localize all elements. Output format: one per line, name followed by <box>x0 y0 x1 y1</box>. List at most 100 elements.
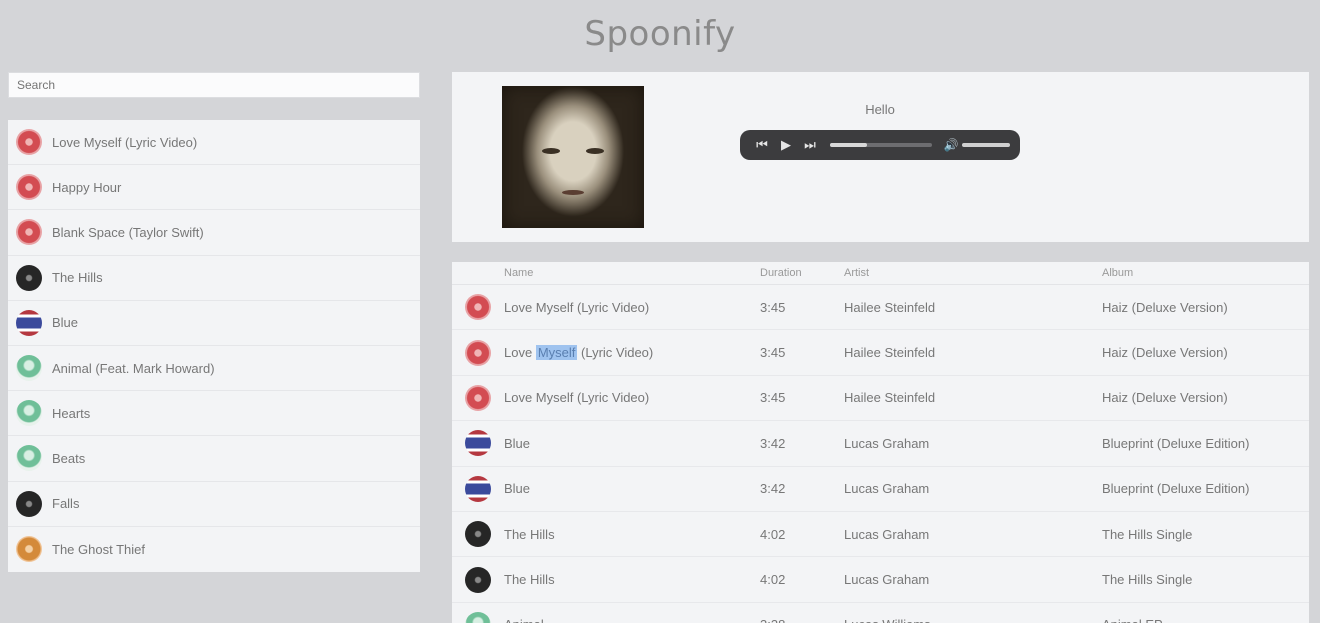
track-artist: Lucas Graham <box>844 481 930 497</box>
track-album: Blueprint (Deluxe Edition) <box>1102 435 1250 451</box>
volume-slider[interactable] <box>962 143 1010 147</box>
album-art-icon <box>465 430 491 457</box>
table-row[interactable]: The Hills 4:02 Lucas Graham The Hills Singl… <box>452 557 1309 603</box>
track-artist: Lucas Graham <box>844 572 930 588</box>
playlist-label: Blue <box>52 315 79 331</box>
playlist-label: Happy Hour <box>52 179 122 195</box>
track-artist: Lucas Graham <box>844 526 930 542</box>
track-artist: Hailee Steinfeld <box>844 345 936 361</box>
album-art-icon <box>16 536 42 563</box>
album-art-icon <box>465 339 491 366</box>
track-duration: 4:02 <box>760 572 786 588</box>
playlist-item[interactable]: Falls <box>8 482 420 527</box>
album-art-icon <box>16 445 42 472</box>
track-album: Blueprint (Deluxe Edition) <box>1102 481 1250 497</box>
album-art-icon <box>465 384 491 411</box>
search-highlight: Myself <box>535 345 578 361</box>
playlist-label: Hearts <box>52 405 91 421</box>
table-row[interactable]: The Hills 4:02 Lucas Graham The Hills Singl… <box>452 512 1309 558</box>
search-input[interactable] <box>8 72 420 98</box>
album-art-icon <box>465 521 491 548</box>
playlist-label: Falls <box>52 496 80 512</box>
track-album: Haiz (Deluxe Version) <box>1102 299 1228 315</box>
next-icon[interactable]: ⏭ <box>798 137 822 153</box>
track-duration: 3:42 <box>760 435 786 451</box>
track-album: The Hills Single <box>1102 526 1193 542</box>
playlist-item[interactable]: Blank Space (Taylor Swift) <box>8 210 420 256</box>
track-artist: Hailee Steinfeld <box>844 299 936 315</box>
track-duration: 3:45 <box>760 345 786 361</box>
album-art-icon <box>16 309 42 336</box>
playlist-list: Love Myself (Lyric Video) Happy Hour Bla… <box>8 120 420 572</box>
cover-mouth <box>562 190 584 195</box>
track-duration: 3:42 <box>760 481 786 497</box>
previous-icon[interactable]: ⏮ <box>750 137 774 153</box>
playlist-item[interactable]: Blue <box>8 301 420 346</box>
playlist-item[interactable]: Love Myself (Lyric Video) <box>8 120 420 166</box>
playlist-label: Love Myself (Lyric Video) <box>52 134 198 150</box>
table-row[interactable]: Blue 3:42 Lucas Graham Blueprint (Deluxe Ed… <box>452 467 1309 512</box>
playlist-label: The Ghost Thief <box>52 541 145 557</box>
volume-icon: 🔊 <box>943 138 959 152</box>
album-art-icon <box>16 129 42 156</box>
table-row[interactable]: Love Myself (Lyric Video) 3:45 Hailee Stei… <box>452 330 1309 376</box>
track-duration: 4:02 <box>760 526 786 542</box>
table-row[interactable]: Love Myself (Lyric Video) 3:45 Hailee Stei… <box>452 285 1309 331</box>
track-title: Love Myself (Lyric Video) <box>504 345 654 361</box>
header-duration[interactable]: Duration <box>760 267 844 279</box>
album-art-icon <box>465 611 491 623</box>
progress-bar[interactable] <box>830 143 932 147</box>
album-art-icon <box>16 174 42 201</box>
playlist-label: Beats <box>52 450 86 466</box>
track-title: Love Myself (Lyric Video) <box>504 299 650 315</box>
track-title: Animal <box>504 617 760 623</box>
cover-eye-left <box>542 148 560 154</box>
track-duration: 3:45 <box>760 390 786 406</box>
track-album: Haiz (Deluxe Version) <box>1102 390 1228 406</box>
track-title: Blue <box>504 481 531 497</box>
track-title: Blue <box>504 435 531 451</box>
header-artist[interactable]: Artist <box>844 267 1102 279</box>
table-row[interactable]: Blue 3:42 Lucas Graham Blueprint (Deluxe Ed… <box>452 421 1309 467</box>
album-art-icon <box>16 490 42 517</box>
cover-eye-right <box>586 148 604 154</box>
album-art-icon <box>16 264 42 291</box>
playlist-item[interactable]: The Ghost Thief <box>8 527 420 572</box>
playback-controls: ⏮ ▶ ⏭ 🔊 <box>740 130 1020 160</box>
track-title: Love Myself (Lyric Video) <box>504 390 650 406</box>
playlist-item[interactable]: Beats <box>8 436 420 482</box>
album-art-icon <box>16 219 42 246</box>
play-icon[interactable]: ▶ <box>774 137 798 153</box>
header-album[interactable]: Album <box>1102 267 1292 279</box>
track-artist: Lucas Graham <box>844 435 930 451</box>
track-artist: Lucas Williams <box>844 617 1102 623</box>
playlist-label: Blank Space (Taylor Swift) <box>52 224 204 240</box>
header-name[interactable]: Name <box>504 267 760 279</box>
app-title: Spoonify <box>584 14 736 54</box>
track-duration: 3:38 <box>760 617 844 623</box>
playlist-item[interactable]: Happy Hour <box>8 165 420 211</box>
album-art-icon <box>465 566 491 593</box>
playlist-item[interactable]: The Hills <box>8 256 420 301</box>
track-album: Haiz (Deluxe Version) <box>1102 345 1228 361</box>
album-art-icon <box>465 294 491 321</box>
playlist-item[interactable]: Animal (Feat. Mark Howard) <box>8 346 420 392</box>
track-duration: 3:45 <box>760 299 786 315</box>
album-art-icon <box>16 400 42 427</box>
playlist-label: The Hills <box>52 270 103 286</box>
table-header: Name Duration Artist Album <box>452 262 1309 285</box>
track-title: The Hills <box>504 526 555 542</box>
progress-fill <box>830 143 867 147</box>
table-row[interactable]: Love Myself (Lyric Video) 3:45 Hailee Stei… <box>452 376 1309 422</box>
album-art-icon <box>465 475 491 502</box>
track-album: Animal EP <box>1102 617 1292 623</box>
album-cover <box>502 86 644 228</box>
scrollbar[interactable] <box>1309 72 1320 623</box>
playlist-item[interactable]: Hearts <box>8 391 420 437</box>
table-row[interactable]: Animal3:38Lucas WilliamsAnimal EP <box>452 603 1309 623</box>
playlist-label: Animal (Feat. Mark Howard) <box>52 360 215 376</box>
track-table: Name Duration Artist Album Love Myself (… <box>452 262 1309 623</box>
track-album: The Hills Single <box>1102 572 1193 588</box>
player-panel: Hello ⏮ ▶ ⏭ 🔊 <box>452 72 1309 242</box>
now-playing-title: Hello <box>865 102 895 117</box>
